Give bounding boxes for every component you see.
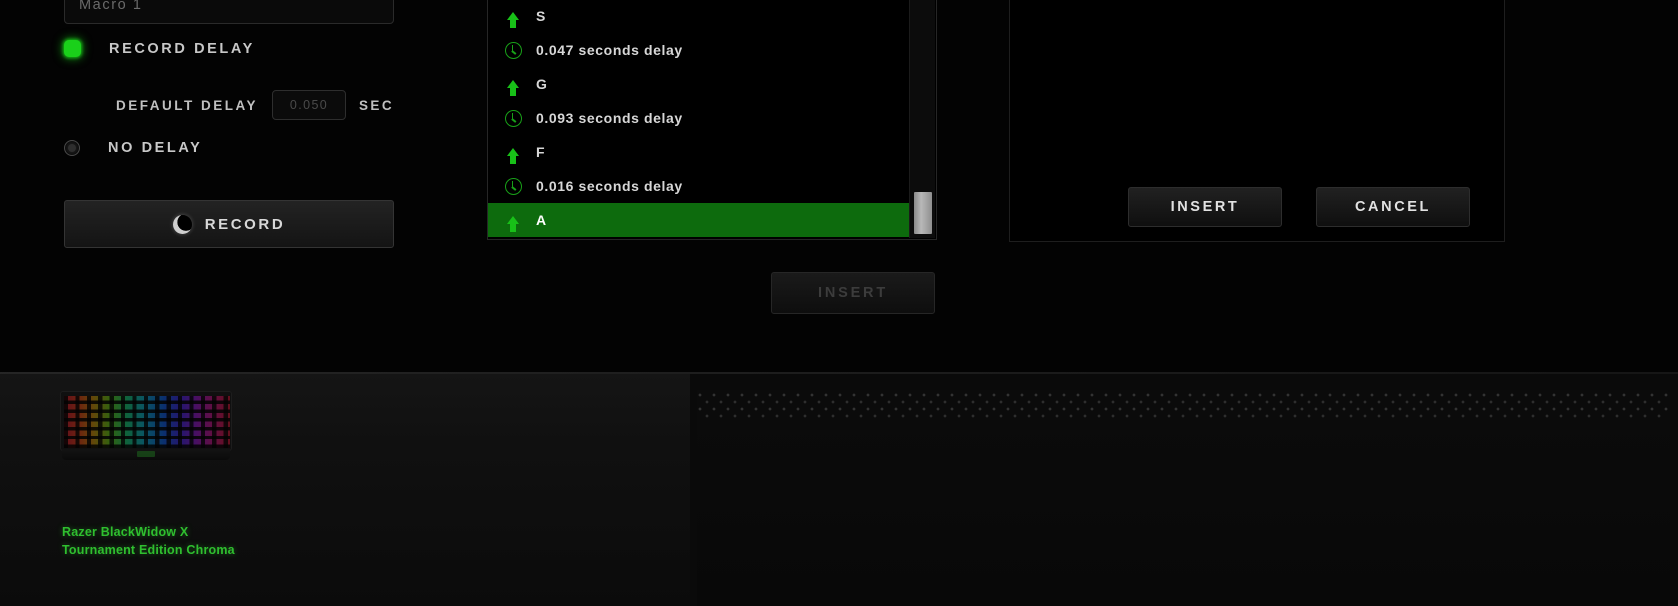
perforated-texture-strip xyxy=(697,392,1670,418)
arrow-up-icon xyxy=(502,148,524,164)
cancel-button[interactable]: CANCEL xyxy=(1316,187,1470,227)
default-delay-row: DEFAULT DELAY 0.050 SEC xyxy=(116,90,394,120)
no-delay-label: NO DELAY xyxy=(108,140,203,156)
no-delay-radio-row[interactable]: NO DELAY xyxy=(64,140,202,156)
device-bar-right-body xyxy=(697,418,1670,606)
sequence-row[interactable]: S xyxy=(488,0,909,33)
arrow-up-icon-glyph xyxy=(507,216,519,232)
clock-icon-glyph xyxy=(504,41,522,59)
default-delay-unit: SEC xyxy=(359,97,394,113)
command-panel: INSERT CANCEL xyxy=(1009,0,1505,242)
sequence-row[interactable]: G xyxy=(488,67,909,101)
macro-sequence-list[interactable]: S 0.047 seconds delay G 0.093 seconds delay… xyxy=(488,0,909,239)
clock-icon-glyph xyxy=(504,177,522,195)
default-delay-input[interactable]: 0.050 xyxy=(272,90,347,120)
sequence-scrollbar-thumb[interactable] xyxy=(914,192,932,234)
device-name-line-1: Razer BlackWidow X xyxy=(62,525,189,539)
macro-settings-column: Macro 1 RECORD DELAY DEFAULT DELAY 0.050… xyxy=(0,0,470,330)
sequence-row-label: G xyxy=(536,76,548,92)
record-delay-radio-icon[interactable] xyxy=(64,40,81,57)
command-panel-actions: INSERT CANCEL xyxy=(1010,187,1504,227)
arrow-up-icon xyxy=(502,80,524,96)
arrow-up-icon xyxy=(502,12,524,28)
device-bar xyxy=(0,374,1678,606)
default-delay-value: 0.050 xyxy=(289,98,329,112)
sequence-row-label: S xyxy=(536,8,546,24)
sequence-row[interactable]: 0.016 seconds delay xyxy=(488,169,909,203)
macro-name-value: Macro 1 xyxy=(79,0,143,13)
device-name-line-2: Tournament Edition Chroma xyxy=(62,543,235,557)
cancel-button-label: CANCEL xyxy=(1354,199,1431,215)
insert-button-label: INSERT xyxy=(1170,199,1240,215)
sequence-insert-button[interactable]: INSERT xyxy=(771,272,935,314)
arrow-up-icon-glyph xyxy=(507,12,519,28)
clock-icon-glyph xyxy=(504,109,522,127)
sequence-row-label: 0.047 seconds delay xyxy=(536,42,683,58)
sequence-row[interactable]: 0.047 seconds delay xyxy=(488,33,909,67)
default-delay-label: DEFAULT DELAY xyxy=(116,97,259,113)
record-circle-icon xyxy=(172,214,192,234)
device-thumbnail-keyboard[interactable] xyxy=(60,391,232,463)
razer-logo-icon xyxy=(137,451,155,457)
sequence-row[interactable]: A xyxy=(488,203,909,237)
clock-icon xyxy=(502,177,524,195)
arrow-up-icon-glyph xyxy=(507,80,519,96)
sequence-insert-button-label: INSERT xyxy=(818,285,888,301)
sequence-row-label: A xyxy=(536,212,547,228)
sequence-row-label: F xyxy=(536,144,546,160)
clock-icon xyxy=(502,109,524,127)
razer-synapse-macro-screen: Macro 1 RECORD DELAY DEFAULT DELAY 0.050… xyxy=(0,0,1678,606)
clock-icon xyxy=(502,41,524,59)
sequence-row-label: 0.016 seconds delay xyxy=(536,178,683,194)
macro-name-input[interactable]: Macro 1 xyxy=(64,0,394,24)
record-delay-label: RECORD DELAY xyxy=(109,40,255,57)
keyboard-rgb-keys xyxy=(64,396,230,448)
keyboard-body xyxy=(60,391,232,451)
sequence-row[interactable]: 0.093 seconds delay xyxy=(488,101,909,135)
record-delay-radio-row[interactable]: RECORD DELAY xyxy=(64,40,255,57)
insert-button[interactable]: INSERT xyxy=(1128,187,1282,227)
no-delay-radio-icon[interactable] xyxy=(64,140,80,156)
macro-sequence-panel: S 0.047 seconds delay G 0.093 seconds delay… xyxy=(487,0,937,240)
sequence-row-label: 0.093 seconds delay xyxy=(536,110,683,126)
sequence-row[interactable]: F xyxy=(488,135,909,169)
record-button[interactable]: RECORD xyxy=(64,200,394,248)
sequence-scrollbar[interactable] xyxy=(909,0,935,238)
device-name-label: Razer BlackWidow X Tournament Edition Ch… xyxy=(62,523,392,559)
arrow-up-icon-glyph xyxy=(507,148,519,164)
macro-configuration-area: Macro 1 RECORD DELAY DEFAULT DELAY 0.050… xyxy=(0,0,1678,375)
record-button-label: RECORD xyxy=(204,215,286,233)
arrow-up-icon xyxy=(502,216,524,232)
